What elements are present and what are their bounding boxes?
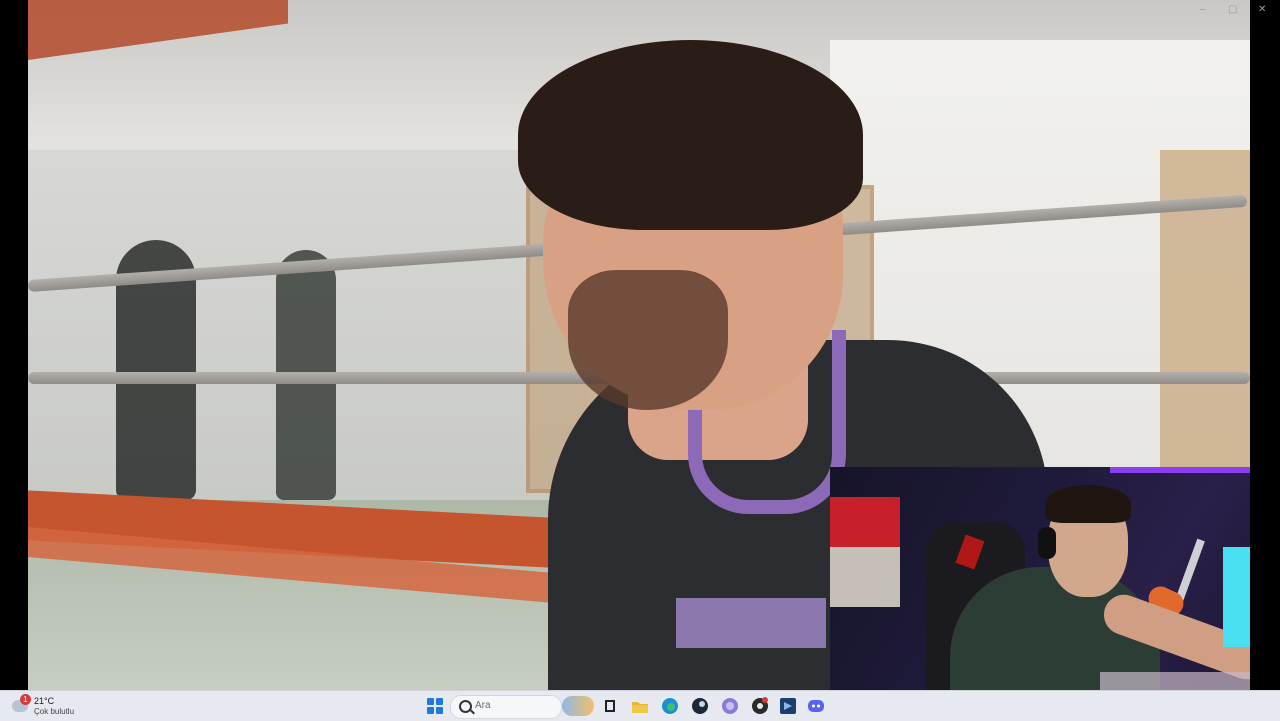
task-view-icon xyxy=(605,700,615,712)
steam-button[interactable] xyxy=(690,696,710,716)
foreground-person-hair xyxy=(518,40,863,230)
monitor-glow xyxy=(1223,547,1250,647)
close-icon[interactable]: ✕ xyxy=(1258,4,1266,15)
weather-widget[interactable]: 1 21°C Çok bulutlu xyxy=(10,693,120,719)
search-placeholder: Ara xyxy=(475,700,491,711)
steam-icon xyxy=(692,698,708,714)
weather-condition: Çok bulutlu xyxy=(34,707,75,716)
edge-icon xyxy=(662,698,678,714)
taskbar: 1 21°C Çok bulutlu Ara xyxy=(0,690,1280,721)
edge-button[interactable] xyxy=(660,696,680,716)
task-view-button[interactable] xyxy=(600,696,620,716)
search-box[interactable]: Ara xyxy=(450,695,562,719)
file-explorer-button[interactable] xyxy=(630,696,650,716)
start-button[interactable] xyxy=(425,696,445,716)
maximize-icon[interactable]: ▢ xyxy=(1228,4,1237,15)
shirt-print xyxy=(676,598,826,648)
obs-icon xyxy=(752,697,768,714)
search-icon xyxy=(459,700,472,713)
weather-temperature: 21°C xyxy=(34,696,55,706)
rgb-light-strip xyxy=(1110,467,1250,473)
file-explorer-icon xyxy=(632,702,648,713)
purple-app-button[interactable] xyxy=(720,696,740,716)
app-purple-icon xyxy=(722,698,738,714)
discord-icon xyxy=(808,700,824,712)
wall-flag xyxy=(830,497,900,547)
webcam-overlay xyxy=(830,467,1250,720)
streamer-hair xyxy=(1045,485,1131,523)
headset-icon xyxy=(1038,527,1056,559)
visual-studio-button[interactable] xyxy=(778,696,798,716)
discord-button[interactable] xyxy=(806,696,826,716)
visual-studio-icon xyxy=(780,698,796,714)
windows-logo-icon xyxy=(427,698,443,714)
notification-badge: 1 xyxy=(20,694,31,705)
minimize-icon[interactable]: – xyxy=(1200,4,1206,15)
obs-button[interactable] xyxy=(750,696,770,716)
foreground-person-beard xyxy=(568,270,728,410)
widgets-icon[interactable] xyxy=(562,696,594,716)
